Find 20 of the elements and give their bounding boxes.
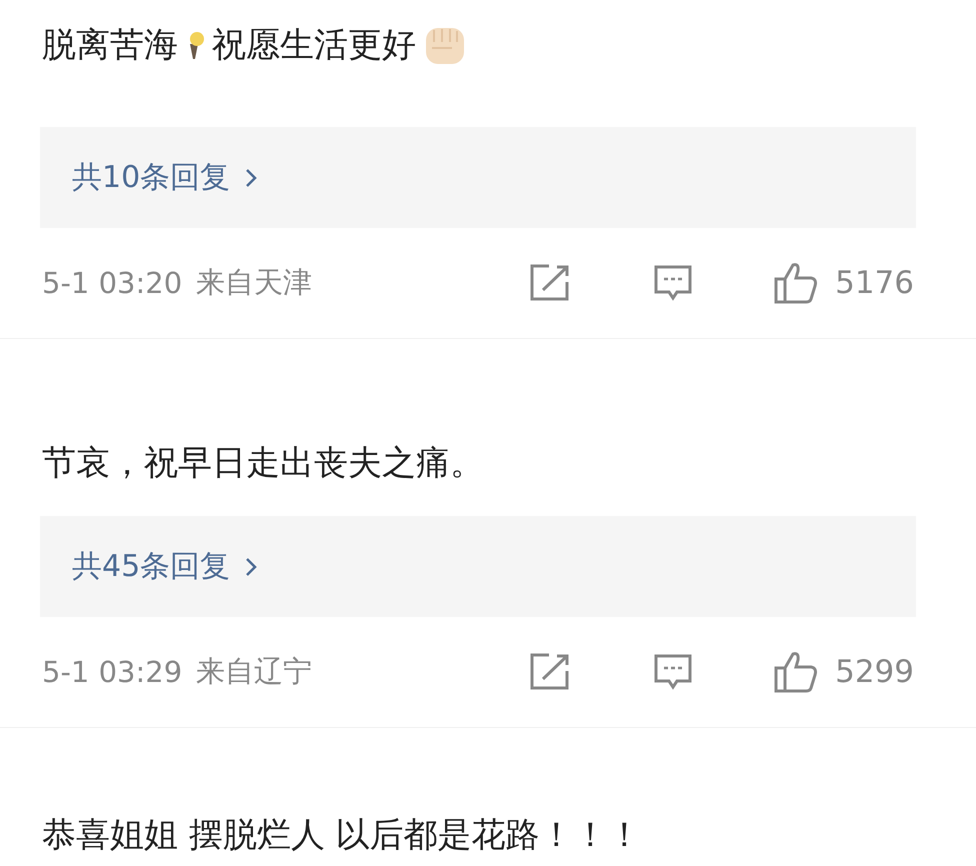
comment-text: 节哀，祝早日走出丧夫之痛。 bbox=[42, 442, 484, 485]
comment-location: 来自天津 bbox=[196, 264, 312, 301]
comment-text: 恭喜姐姐 摆脱烂人 以后都是花路！！！ bbox=[42, 814, 642, 857]
comment-time: 5-1 03:29 bbox=[42, 655, 182, 689]
like-count: 5176 bbox=[835, 265, 914, 301]
share-icon[interactable] bbox=[529, 264, 572, 302]
replies-link[interactable]: 共45条回复 bbox=[72, 546, 258, 587]
comment-time: 5-1 03:20 bbox=[42, 266, 182, 300]
like-count: 5299 bbox=[835, 654, 914, 690]
thumbs-up-icon[interactable] bbox=[773, 650, 820, 694]
comment-location: 来自辽宁 bbox=[196, 653, 312, 690]
comment-icon[interactable] bbox=[653, 653, 694, 691]
thumbs-up-icon[interactable] bbox=[773, 261, 820, 305]
share-icon[interactable] bbox=[529, 653, 572, 691]
comment-icon[interactable] bbox=[653, 264, 694, 302]
replies-link[interactable]: 共10条回复 bbox=[72, 157, 258, 198]
chevron-icon bbox=[244, 166, 258, 188]
comment-text: 祝愿生活更好 bbox=[212, 24, 416, 67]
chevron-icon bbox=[244, 556, 258, 578]
comment-text: 脱离苦海 bbox=[42, 24, 178, 67]
